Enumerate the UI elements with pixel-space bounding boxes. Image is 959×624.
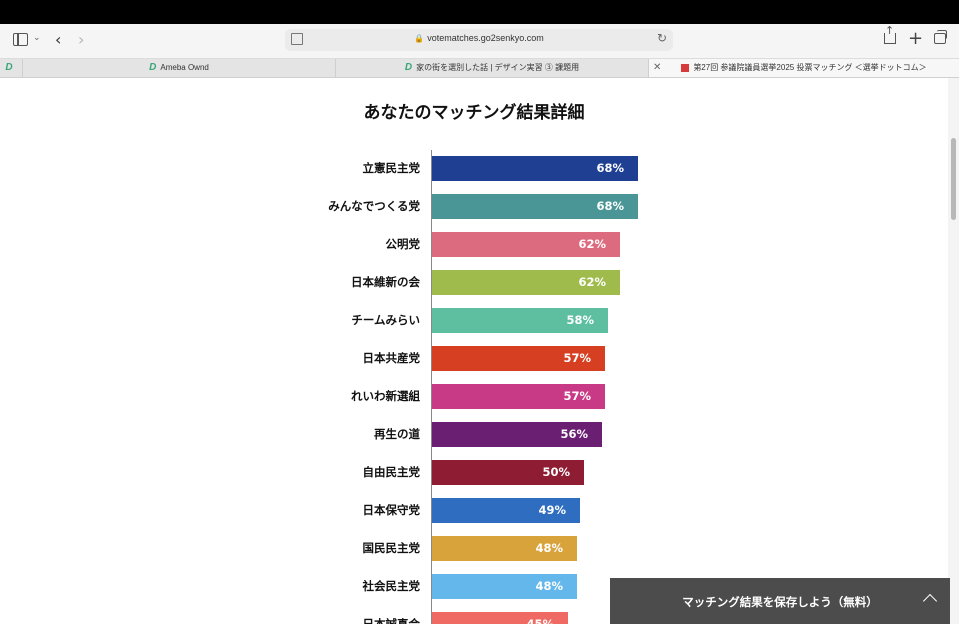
ameba-favicon-icon: D — [404, 62, 413, 73]
party-label: 日本維新の会 — [351, 275, 420, 289]
chart-row: 公明党 62% — [0, 232, 948, 257]
address-bar[interactable]: 🔒 votematches.go2senkyo.com ↻ — [285, 29, 673, 51]
match-bar: 48% — [432, 536, 577, 561]
url-text: votematches.go2senkyo.com — [427, 33, 544, 43]
chevron-down-icon[interactable]: ⌄ — [33, 34, 41, 43]
match-bar: 50% — [432, 460, 584, 485]
party-label: 公明党 — [385, 237, 421, 251]
scrollbar[interactable] — [948, 78, 959, 624]
browser-toolbar: ⌄ ‹ › 🔒votematches.go2senkyo.com ↻ + — [0, 24, 959, 59]
tab-votematch[interactable]: ✕ 第27回 参議院議員選挙2025 投票マッチング ＜選挙ドットコム＞ — [649, 59, 959, 77]
chart-row: 国民民主党 48% — [0, 536, 948, 561]
tab-ameba-ownd[interactable]: D Ameba Ownd — [23, 59, 336, 77]
new-tab-icon[interactable]: + — [908, 30, 923, 48]
match-bar: 48% — [432, 574, 577, 599]
match-bar: 58% — [432, 308, 608, 333]
chart-row: 立憲民主党 68% — [0, 156, 948, 181]
match-percent: 48% — [535, 579, 563, 593]
tab-label: Ameba Ownd — [160, 63, 209, 72]
chart-row: みんなでつくる党 68% — [0, 194, 948, 219]
match-bar: 68% — [432, 194, 638, 219]
match-percent: 57% — [563, 389, 591, 403]
match-percent: 68% — [596, 199, 624, 213]
ameba-favicon-icon: D — [5, 62, 13, 73]
party-label: 国民民主党 — [362, 541, 421, 555]
senkyo-favicon-icon — [681, 63, 690, 72]
tab-label: 第27回 参議院議員選挙2025 投票マッチング ＜選挙ドットコム＞ — [693, 63, 927, 72]
page-content: あなたのマッチング結果詳細 立憲民主党 68% みんなでつくる党 68% 公明党 62% 日… — [0, 78, 948, 624]
chart-row: 自由民主党 50% — [0, 460, 948, 485]
chart-row: 日本維新の会 62% — [0, 270, 948, 295]
match-percent: 45% — [526, 617, 554, 624]
match-percent: 56% — [560, 427, 588, 441]
page-title: あなたのマッチング結果詳細 — [363, 103, 585, 123]
save-results-banner[interactable]: マッチング結果を保存しよう（無料） — [610, 578, 950, 624]
party-label: 日本誠真会 — [362, 617, 421, 624]
close-tab-icon[interactable]: ✕ — [653, 59, 661, 77]
match-bar: 56% — [432, 422, 602, 447]
match-bar: 45% — [432, 612, 568, 624]
party-label: れいわ新選組 — [351, 389, 420, 403]
ameba-favicon-icon: D — [149, 62, 157, 73]
party-label: 日本共産党 — [362, 351, 421, 365]
party-label: 日本保守党 — [362, 503, 421, 517]
match-bar: 68% — [432, 156, 638, 181]
share-icon[interactable] — [884, 25, 896, 44]
forward-arrow-icon[interactable]: › — [78, 32, 84, 48]
sidebar-toggle-icon[interactable] — [13, 33, 28, 46]
match-percent: 62% — [578, 237, 606, 251]
party-label: チームみらい — [351, 313, 420, 327]
lock-icon: 🔒 — [414, 34, 425, 43]
party-label: 自由民主党 — [362, 465, 421, 479]
tab-label: 家の街を選別した話 | デザイン実習 ③ 課題用 — [416, 63, 580, 72]
match-percent: 49% — [538, 503, 566, 517]
match-bar: 62% — [432, 232, 620, 257]
system-menu-bar — [0, 0, 959, 24]
match-percent: 57% — [563, 351, 591, 365]
tab-bar: D D Ameba Ownd D 家の街を選別した話 | デザイン実習 ③ 課題用 … — [0, 59, 959, 78]
chart-row: 再生の道 56% — [0, 422, 948, 447]
back-arrow-icon[interactable]: ‹ — [55, 32, 61, 48]
pinned-tab[interactable]: D — [0, 59, 23, 77]
match-percent: 50% — [542, 465, 570, 479]
match-percent: 48% — [535, 541, 563, 555]
chart-row: チームみらい 58% — [0, 308, 948, 333]
match-percent: 68% — [596, 161, 624, 175]
reload-icon[interactable]: ↻ — [657, 31, 667, 45]
match-percent: 58% — [566, 313, 594, 327]
party-label: 再生の道 — [374, 427, 420, 441]
save-results-text: マッチング結果を保存しよう（無料） — [682, 595, 878, 609]
match-bar: 62% — [432, 270, 620, 295]
match-bar: 57% — [432, 346, 605, 371]
tab-design-practice[interactable]: D 家の街を選別した話 | デザイン実習 ③ 課題用 — [336, 59, 649, 77]
match-bar: 57% — [432, 384, 605, 409]
scrollbar-thumb[interactable] — [951, 138, 956, 220]
match-bar: 49% — [432, 498, 580, 523]
chart-row: れいわ新選組 57% — [0, 384, 948, 409]
tab-overview-icon[interactable] — [934, 30, 947, 44]
chart-row: 日本保守党 49% — [0, 498, 948, 523]
party-label: みんなでつくる党 — [328, 199, 420, 213]
chart-row: 日本共産党 57% — [0, 346, 948, 371]
party-label: 立憲民主党 — [362, 161, 421, 175]
match-percent: 62% — [578, 275, 606, 289]
party-label: 社会民主党 — [362, 579, 421, 593]
